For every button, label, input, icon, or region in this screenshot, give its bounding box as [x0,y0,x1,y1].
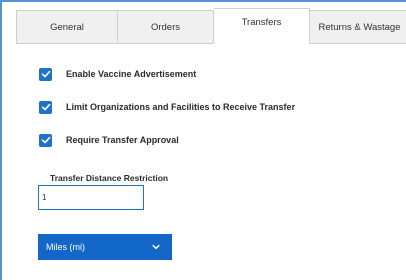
setting-label: Require Transfer Approval [66,135,179,145]
setting-limit-organizations: Limit Organizations and Facilities to Re… [39,99,399,115]
tab-transfers-label: Transfers [241,17,282,28]
tab-bar: General Orders Transfers Returns & Wasta… [16,8,406,44]
tab-orders[interactable]: Orders [118,10,214,44]
setting-label: Enable Vaccine Advertisement [66,69,197,79]
checkmark-icon [41,136,50,144]
tab-returns-wastage[interactable]: Returns & Wastage [310,10,406,44]
tab-returns-wastage-label: Returns & Wastage [318,21,401,33]
setting-enable-vaccine-advertisement: Enable Vaccine Advertisement [39,66,399,82]
checkmark-icon [41,103,50,111]
tab-transfers[interactable]: Transfers [214,8,310,44]
settings-panel: General Orders Transfers Returns & Wasta… [0,0,406,280]
transfer-settings: Enable Vaccine Advertisement Limit Organ… [39,66,399,165]
distance-unit-selected: Miles (mi) [46,242,85,252]
checkmark-icon [41,70,50,78]
checkbox-enable-vaccine-advertisement[interactable] [39,67,52,81]
checkbox-require-transfer-approval[interactable] [39,133,52,147]
setting-require-transfer-approval: Require Transfer Approval [39,132,399,148]
setting-label: Limit Organizations and Facilities to Re… [66,102,296,112]
checkbox-limit-organizations[interactable] [39,100,52,114]
transfer-distance-input[interactable] [38,185,144,210]
tab-general[interactable]: General [16,10,118,44]
chevron-down-icon [152,244,160,250]
tab-general-label: General [50,21,84,33]
tab-orders-label: Orders [150,21,181,33]
transfer-distance-label: Transfer Distance Restriction [50,173,169,183]
distance-unit-select[interactable]: Miles (mi) [38,234,172,260]
